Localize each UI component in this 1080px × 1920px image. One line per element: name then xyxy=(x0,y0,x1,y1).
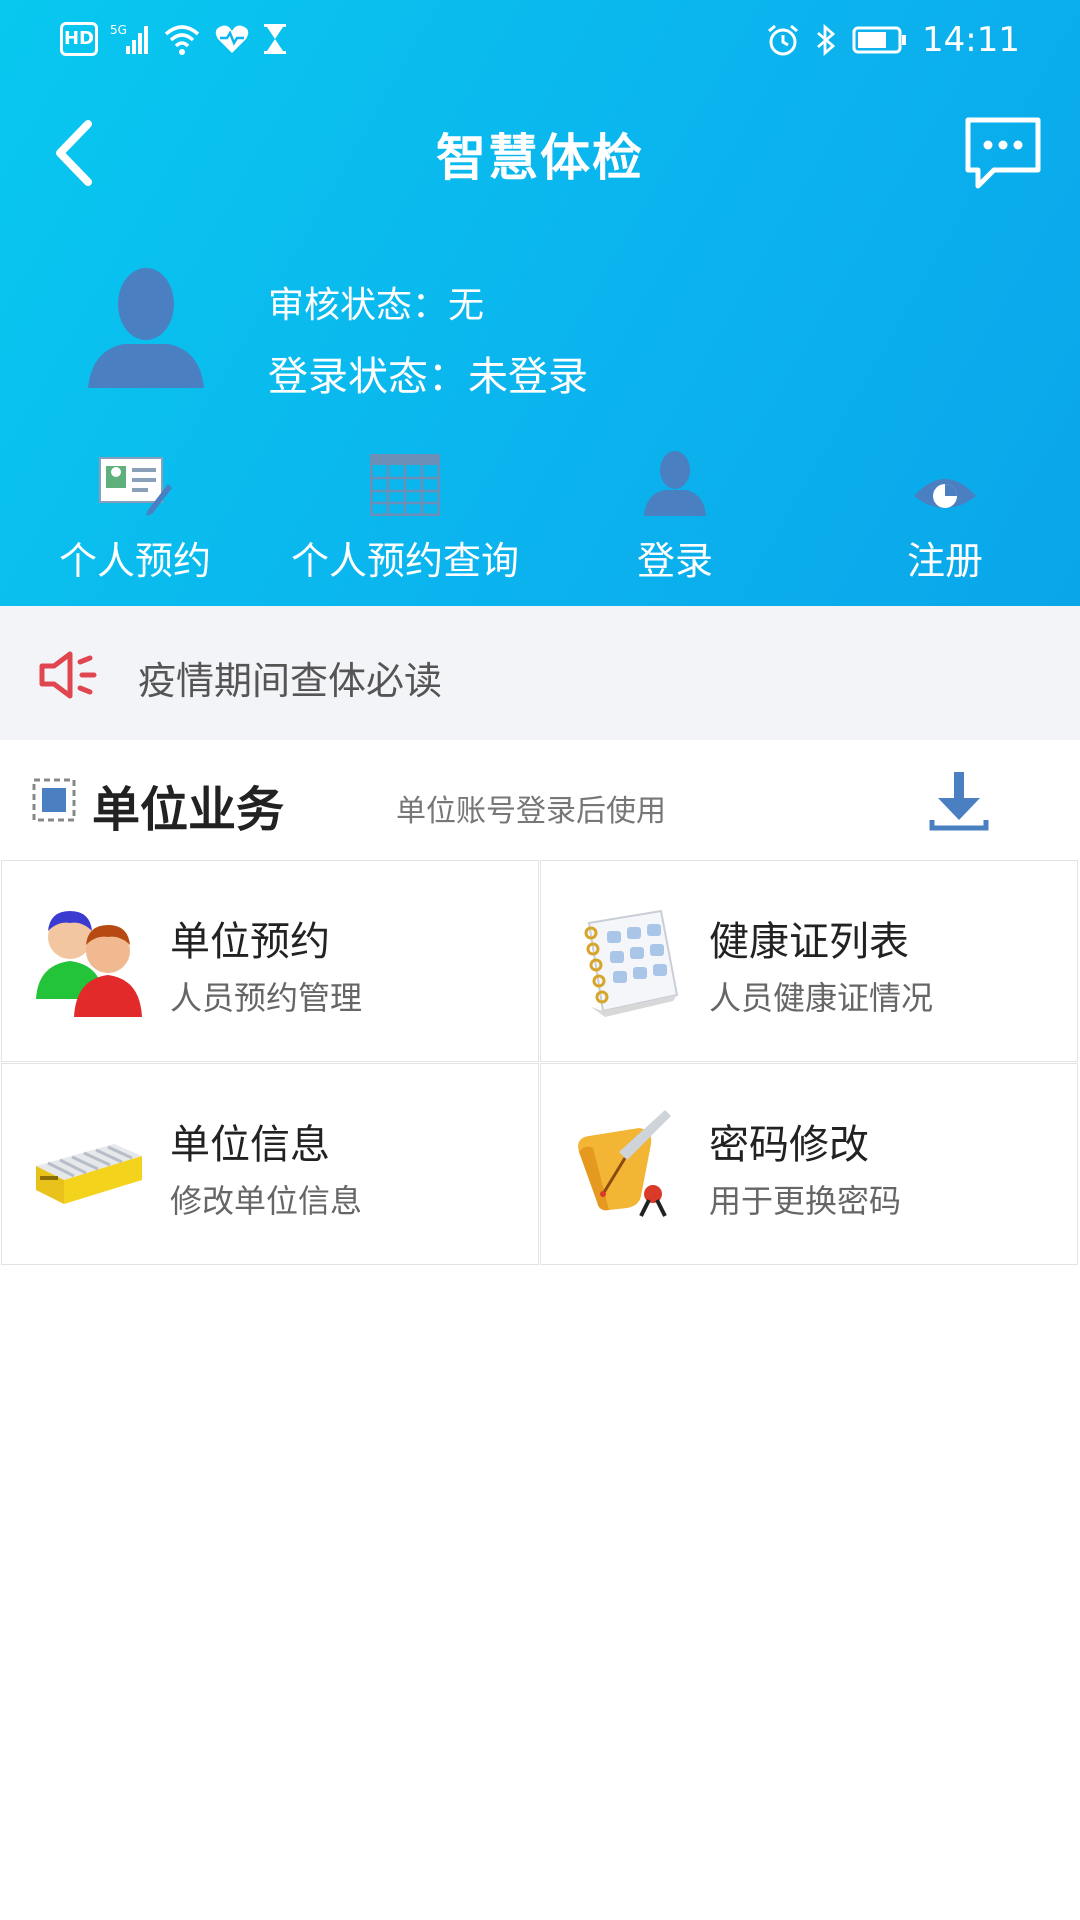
quick-action-label: 登录 xyxy=(636,539,713,583)
avatar-icon xyxy=(88,268,204,388)
unit-info-card[interactable]: 单位信息 修改单位信息 xyxy=(1,1063,539,1265)
status-left: HD 5G xyxy=(60,22,288,56)
card-title: 单位信息 xyxy=(170,1122,330,1168)
card-title: 健康证列表 xyxy=(709,919,909,965)
status-time: 14:11 xyxy=(922,20,1020,60)
card-subtitle: 修改单位信息 xyxy=(170,1182,363,1220)
notice-bar[interactable]: 疫情期间查体必读 xyxy=(0,606,1080,740)
card-subtitle: 用于更换密码 xyxy=(709,1182,902,1220)
status-bar: HD 5G 14:11 xyxy=(0,0,1080,84)
section-hint: 单位账号登录后使用 xyxy=(396,794,666,829)
card-title: 单位预约 xyxy=(170,919,330,965)
header: HD 5G 14:11 智慧体检 审核状态：无 登录状态：未登录 个人预约 个人… xyxy=(0,0,1080,606)
notebook-icon xyxy=(584,909,679,1017)
section-square-icon xyxy=(32,778,76,822)
battery-icon xyxy=(852,26,907,54)
alarm-icon xyxy=(768,24,798,56)
quick-action-booking-query[interactable]: 个人预约查询 xyxy=(270,444,540,583)
health-icon xyxy=(215,25,249,53)
quick-action-label: 个人预约查询 xyxy=(290,539,519,583)
audit-status: 审核状态：无 xyxy=(268,285,485,326)
login-status: 登录状态：未登录 xyxy=(268,354,588,400)
password-change-card[interactable]: 密码修改 用于更换密码 xyxy=(540,1063,1078,1265)
bluetooth-icon xyxy=(817,23,836,57)
scroll-quill-icon xyxy=(578,1110,671,1217)
card-title: 密码修改 xyxy=(709,1122,869,1168)
quick-action-label: 注册 xyxy=(906,539,983,583)
page-title: 智慧体检 xyxy=(436,129,644,187)
download-icon[interactable] xyxy=(928,770,990,832)
message-button[interactable] xyxy=(964,116,1042,190)
status-right: 14:11 xyxy=(766,20,1020,60)
notice-text: 疫情期间查体必读 xyxy=(138,659,443,703)
calendar-grid-icon xyxy=(370,454,440,516)
card-subtitle: 人员健康证情况 xyxy=(709,979,934,1017)
people-icon xyxy=(36,911,142,1017)
quick-action-personal-booking[interactable]: 个人预约 xyxy=(0,444,270,583)
wifi-icon xyxy=(164,25,200,55)
section-title: 单位业务 xyxy=(92,782,285,838)
unit-booking-card[interactable]: 单位预约 人员预约管理 xyxy=(1,860,539,1062)
id-card-edit-icon xyxy=(99,457,172,516)
signal-icon: 5G xyxy=(110,23,148,54)
card-subtitle: 人员预约管理 xyxy=(170,979,363,1017)
hd-icon: HD xyxy=(60,22,98,56)
hourglass-icon xyxy=(264,24,286,54)
user-icon xyxy=(644,451,706,516)
eye-icon xyxy=(914,479,976,508)
svg-text:5G: 5G xyxy=(110,23,127,37)
health-cert-list-card[interactable]: 健康证列表 人员健康证情况 xyxy=(540,860,1078,1062)
hard-drive-icon xyxy=(36,1144,142,1204)
quick-action-label: 个人预约 xyxy=(58,539,211,583)
unit-section-header: 单位业务 单位账号登录后使用 xyxy=(0,740,1080,860)
speaker-icon xyxy=(39,651,97,699)
quick-action-register[interactable]: 注册 xyxy=(810,444,1080,583)
quick-action-login[interactable]: 登录 xyxy=(540,444,810,583)
